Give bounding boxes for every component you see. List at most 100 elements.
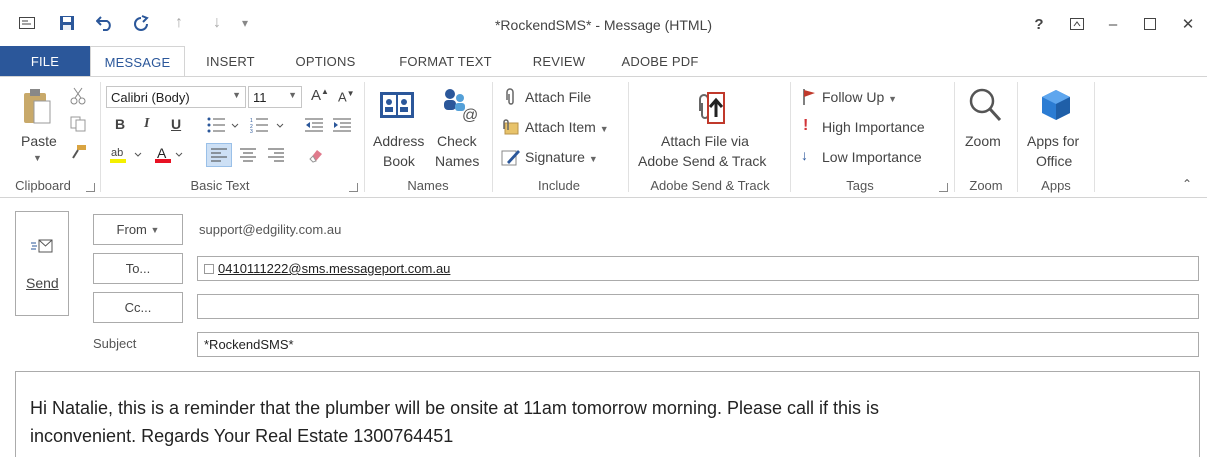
svg-text:3: 3 bbox=[250, 129, 253, 133]
cc-field[interactable] bbox=[197, 294, 1199, 319]
bullets-icon[interactable] bbox=[205, 115, 243, 135]
apps-for-office-label-2[interactable]: Office bbox=[1036, 153, 1072, 169]
attach-via-adobe-label-1[interactable]: Attach File via bbox=[661, 133, 749, 149]
clipboard-launcher-icon[interactable] bbox=[86, 183, 95, 192]
svg-text:ab: ab bbox=[111, 147, 123, 159]
font-name-select[interactable]: Calibri (Body) ▼ bbox=[106, 86, 246, 108]
paste-dropdown-icon[interactable]: ▼ bbox=[33, 153, 42, 163]
copy-icon[interactable] bbox=[66, 113, 90, 135]
low-importance-button[interactable]: Low Importance bbox=[822, 149, 922, 165]
adobe-group-label: Adobe Send & Track bbox=[650, 178, 770, 193]
follow-up-label: Follow Up bbox=[822, 89, 885, 105]
zoom-icon[interactable] bbox=[964, 85, 1006, 125]
tags-group-label: Tags bbox=[846, 178, 874, 193]
high-importance-button[interactable]: High Importance bbox=[822, 119, 925, 135]
tab-review[interactable]: REVIEW bbox=[520, 46, 598, 77]
check-names-label-1[interactable]: Check bbox=[437, 133, 477, 149]
include-group-label: Include bbox=[538, 178, 580, 193]
align-center-icon[interactable] bbox=[236, 144, 260, 166]
message-body-line-1: Hi Natalie, this is a reminder that the … bbox=[30, 398, 880, 418]
signature-button[interactable]: Signature ▼ bbox=[525, 149, 598, 165]
shrink-font-icon[interactable]: A▼ bbox=[338, 89, 355, 104]
tab-file[interactable]: FILE bbox=[0, 46, 90, 77]
follow-up-flag-icon bbox=[800, 87, 818, 107]
ribbon: Paste ▼ Clipboard Calibri (Body) ▼ 11 ▼ A▲… bbox=[0, 76, 1207, 198]
to-recipient[interactable]: 0410111222@sms.messageport.com.au bbox=[218, 261, 450, 276]
font-name-value: Calibri (Body) bbox=[111, 90, 190, 105]
tab-insert[interactable]: INSERT bbox=[193, 46, 268, 77]
apps-for-office-icon[interactable] bbox=[1036, 85, 1076, 125]
paste-icon[interactable] bbox=[20, 85, 56, 129]
collapse-ribbon-icon[interactable]: ⌃ bbox=[1182, 177, 1192, 191]
subject-field[interactable]: *RockendSMS* bbox=[197, 332, 1199, 357]
send-label: Send bbox=[26, 275, 59, 291]
group-separator bbox=[1017, 82, 1018, 192]
bold-button[interactable]: B bbox=[115, 116, 125, 132]
svg-text:@: @ bbox=[462, 107, 478, 122]
paperclip-icon bbox=[500, 87, 520, 107]
ribbon-tabs: FILE MESSAGE INSERT OPTIONS FORMAT TEXT … bbox=[0, 46, 1207, 77]
check-names-icon[interactable]: @ bbox=[438, 85, 482, 123]
message-body[interactable]: Hi Natalie, this is a reminder that the … bbox=[15, 371, 1200, 457]
underline-button[interactable]: U bbox=[171, 116, 181, 132]
apps-for-office-label-1[interactable]: Apps for bbox=[1027, 133, 1079, 149]
signature-label: Signature bbox=[525, 149, 585, 165]
format-painter-icon[interactable] bbox=[66, 141, 90, 163]
clear-formatting-icon[interactable] bbox=[304, 144, 328, 166]
grow-font-icon[interactable]: A▲ bbox=[311, 87, 329, 104]
attach-file-button[interactable]: Attach File bbox=[525, 89, 591, 105]
message-body-line-2: inconvenient. Regards Your Real Estate 1… bbox=[30, 426, 454, 446]
highlight-icon[interactable]: ab bbox=[108, 144, 148, 166]
ribbon-display-options-icon[interactable] bbox=[1063, 12, 1091, 36]
attach-via-adobe-label-2[interactable]: Adobe Send & Track bbox=[638, 153, 766, 169]
tab-options[interactable]: OPTIONS bbox=[283, 46, 368, 77]
svg-text:A: A bbox=[157, 146, 167, 161]
tab-format-text[interactable]: FORMAT TEXT bbox=[383, 46, 508, 77]
close-icon[interactable]: ✕ bbox=[1174, 12, 1202, 36]
minimize-icon[interactable]: – bbox=[1099, 12, 1127, 36]
address-book-icon[interactable] bbox=[377, 87, 417, 123]
align-right-icon[interactable] bbox=[264, 144, 288, 166]
tab-adobe-pdf[interactable]: ADOBE PDF bbox=[610, 46, 710, 77]
group-separator bbox=[628, 82, 629, 192]
address-book-label-2[interactable]: Book bbox=[383, 153, 415, 169]
group-separator bbox=[790, 82, 791, 192]
check-names-label-2[interactable]: Names bbox=[435, 153, 479, 169]
apps-group-label: Apps bbox=[1041, 178, 1071, 193]
increase-indent-icon[interactable] bbox=[331, 115, 353, 135]
group-separator bbox=[364, 82, 365, 192]
attach-item-label: Attach Item bbox=[525, 119, 596, 135]
send-button[interactable]: Send bbox=[15, 211, 69, 316]
from-label: From bbox=[116, 222, 147, 237]
font-color-icon[interactable]: A bbox=[153, 144, 189, 166]
italic-button[interactable]: I bbox=[144, 116, 149, 132]
from-button[interactable]: From ▼ bbox=[93, 214, 183, 245]
address-book-label-1[interactable]: Address bbox=[373, 133, 424, 149]
zoom-button-label[interactable]: Zoom bbox=[965, 133, 1001, 149]
attach-item-button[interactable]: Attach Item ▼ bbox=[525, 119, 609, 135]
names-group-label: Names bbox=[407, 178, 449, 193]
title-bar: ↑ ↓ ▾ *RockendSMS* - Message (HTML) ? – … bbox=[0, 0, 1207, 46]
tags-launcher-icon[interactable] bbox=[939, 183, 948, 192]
follow-up-button[interactable]: Follow Up ▼ bbox=[822, 89, 897, 105]
font-size-select[interactable]: 11 ▼ bbox=[248, 86, 302, 108]
to-button[interactable]: To... bbox=[93, 253, 183, 284]
maximize-icon[interactable] bbox=[1136, 12, 1164, 36]
group-separator bbox=[100, 82, 101, 192]
cc-button[interactable]: Cc... bbox=[93, 292, 183, 323]
group-separator bbox=[1094, 82, 1095, 192]
tab-message[interactable]: MESSAGE bbox=[90, 46, 185, 77]
from-value: support@edgility.com.au bbox=[199, 222, 342, 237]
cut-icon[interactable] bbox=[66, 85, 90, 107]
help-icon[interactable]: ? bbox=[1025, 12, 1053, 36]
align-left-icon[interactable] bbox=[206, 143, 232, 167]
numbering-icon[interactable]: 123 bbox=[248, 115, 288, 135]
to-field[interactable]: 0410111222@sms.messageport.com.au bbox=[197, 256, 1199, 281]
basic-text-launcher-icon[interactable] bbox=[349, 183, 358, 192]
zoom-group-label: Zoom bbox=[969, 178, 1003, 193]
adobe-send-track-icon[interactable] bbox=[686, 85, 730, 129]
clipboard-group-label: Clipboard bbox=[15, 178, 71, 193]
decrease-indent-icon[interactable] bbox=[303, 115, 325, 135]
paste-label[interactable]: Paste bbox=[21, 133, 57, 149]
font-size-value: 11 bbox=[253, 90, 267, 105]
